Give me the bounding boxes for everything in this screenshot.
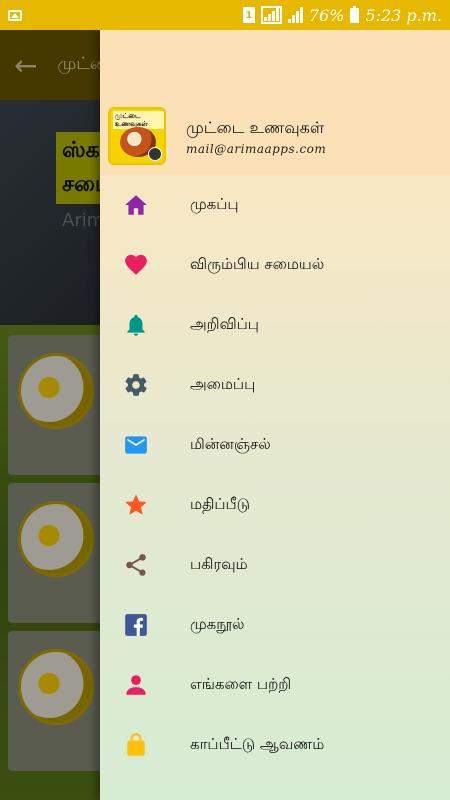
menu-item-privacy-policy[interactable]: காப்பீட்டு ஆவணம் — [100, 715, 450, 775]
menu-item-label: எங்களை பற்றி — [190, 675, 292, 693]
heart-icon — [122, 252, 150, 278]
menu-item-label: அறிவிப்பு — [190, 315, 259, 333]
lock-icon — [122, 732, 150, 758]
image-notification-icon — [8, 9, 22, 21]
person-icon — [122, 672, 150, 698]
menu-item-label: மதிப்பீடு — [190, 495, 251, 513]
facebook-icon — [122, 612, 150, 638]
signal-icon-sim1 — [260, 6, 282, 24]
home-icon — [122, 192, 150, 218]
navigation-drawer: முட்டை உணவுகள் முட்டை உணவுகள் mail@arima… — [100, 30, 450, 800]
menu-item-notifications[interactable]: அறிவிப்பு — [100, 295, 450, 355]
menu-item-favorites[interactable]: விரும்பிய சமையல் — [100, 235, 450, 295]
menu-item-label: பகிரவும் — [190, 555, 248, 573]
menu-item-label: மின்னஞ்சல் — [190, 435, 271, 453]
battery-percent: 76% — [308, 5, 345, 25]
drawer-header: முட்டை உணவுகள் முட்டை உணவுகள் mail@arima… — [100, 30, 450, 175]
menu-item-label: அமைப்பு — [190, 375, 256, 393]
drawer-email: mail@arimaapps.com — [186, 142, 327, 156]
menu-item-home[interactable]: முகப்பு — [100, 175, 450, 235]
menu-item-label: முகப்பு — [190, 195, 239, 213]
drawer-app-name: முட்டை உணவுகள் — [186, 118, 325, 137]
menu-item-facebook[interactable]: முகநூல் — [100, 595, 450, 655]
star-icon — [122, 492, 150, 518]
email-icon — [122, 432, 150, 458]
clock: 5:23 p.m. — [365, 5, 442, 25]
gear-icon — [122, 372, 150, 398]
signal-icon-sim2 — [287, 7, 303, 23]
menu-item-settings[interactable]: அமைப்பு — [100, 355, 450, 415]
badge-icon — [148, 147, 162, 161]
menu-item-label: முகநூல் — [190, 615, 245, 633]
menu-item-label: காப்பீட்டு ஆவணம் — [190, 735, 325, 753]
menu-item-rating[interactable]: மதிப்பீடு — [100, 475, 450, 535]
share-icon — [122, 552, 150, 578]
bell-icon — [122, 312, 150, 338]
menu-item-about[interactable]: எங்களை பற்றி — [100, 655, 450, 715]
status-bar: 1 76% 5:23 p.m. — [0, 0, 450, 30]
menu-item-label: விரும்பிய சமையல் — [190, 255, 325, 273]
battery-icon — [350, 5, 360, 23]
menu-item-email[interactable]: மின்னஞ்சல் — [100, 415, 450, 475]
drawer-menu: முகப்பு விரும்பிய சமையல் அறிவிப்பு அமைப்… — [100, 175, 450, 775]
app-logo: முட்டை உணவுகள் — [108, 107, 166, 165]
sim-icon: 1 — [242, 7, 255, 23]
menu-item-share[interactable]: பகிரவும் — [100, 535, 450, 595]
